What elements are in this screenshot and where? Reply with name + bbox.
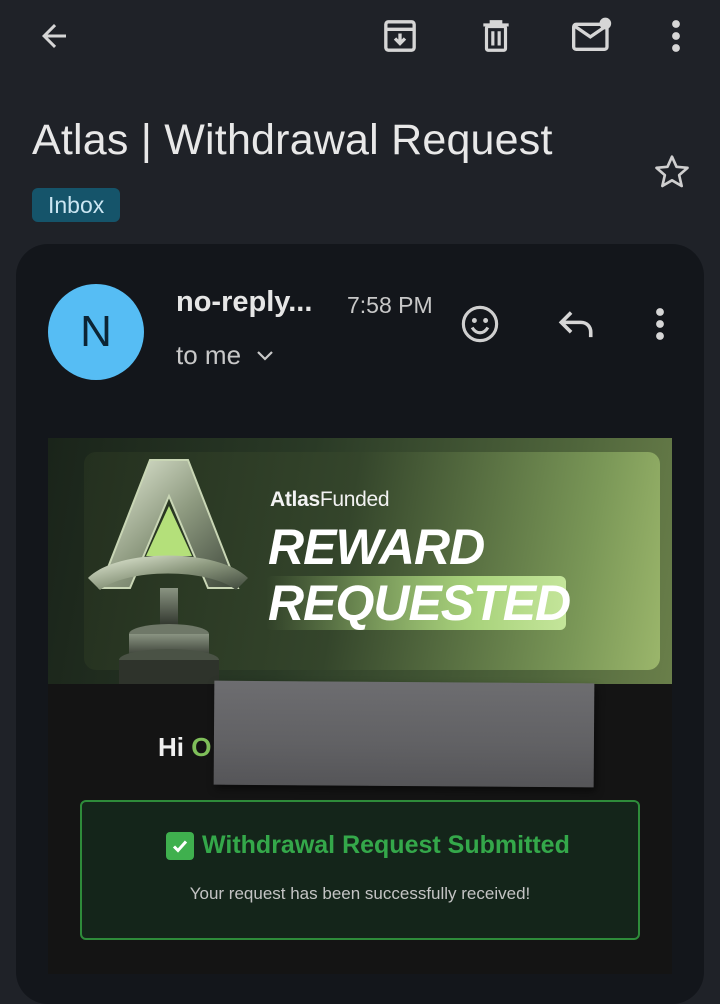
more-vert-icon — [672, 20, 680, 52]
back-button[interactable] — [28, 10, 80, 62]
recipient-label: to me — [176, 340, 242, 370]
inbox-label-chip[interactable]: Inbox — [32, 188, 121, 222]
brand-wordmark: AtlasFunded — [270, 488, 390, 512]
banner-headline-line2: REQUESTED — [268, 575, 571, 631]
message-time: 7:58 PM — [347, 292, 433, 318]
brand-suffix: Funded — [319, 488, 390, 511]
mail-unread-icon — [572, 17, 612, 51]
archive-icon — [384, 20, 416, 52]
greeting-name-initial: O — [191, 732, 212, 762]
email-subject: Atlas | Withdrawal Request — [32, 116, 553, 164]
message-more-button[interactable] — [634, 298, 686, 350]
sender-avatar[interactable]: N — [48, 284, 144, 380]
reply-button[interactable] — [550, 298, 602, 350]
emoji-icon — [461, 305, 499, 343]
redaction-overlay — [213, 680, 595, 788]
chevron-down-icon — [257, 350, 273, 361]
add-reaction-button[interactable] — [454, 298, 506, 350]
status-title: Withdrawal Request Submitted — [166, 831, 570, 860]
more-options-button[interactable] — [650, 10, 702, 62]
arrow-left-icon — [42, 24, 66, 48]
sender-name[interactable]: no-reply... — [176, 286, 312, 319]
more-vert-icon — [656, 308, 664, 340]
star-button[interactable] — [646, 146, 698, 198]
recipient-details-toggle[interactable]: to me — [176, 340, 275, 371]
trophy-logo-icon — [88, 459, 248, 684]
status-subtitle: Your request has been successfully recei… — [189, 884, 531, 903]
greeting-prefix: Hi — [158, 732, 192, 762]
trash-icon — [483, 20, 509, 52]
top-app-bar — [0, 0, 720, 72]
archive-button[interactable] — [374, 10, 426, 62]
status-box — [80, 800, 640, 940]
reply-icon — [558, 311, 593, 338]
status-title-text: Withdrawal Request Submitted — [202, 831, 570, 859]
star-icon — [655, 155, 689, 188]
delete-button[interactable] — [470, 10, 522, 62]
mark-unread-button[interactable] — [566, 10, 618, 62]
banner-headline-line1: REWARD — [268, 519, 485, 575]
check-icon — [166, 831, 194, 860]
greeting: Hi O — [158, 732, 211, 763]
brand-prefix: Atlas — [270, 488, 320, 511]
